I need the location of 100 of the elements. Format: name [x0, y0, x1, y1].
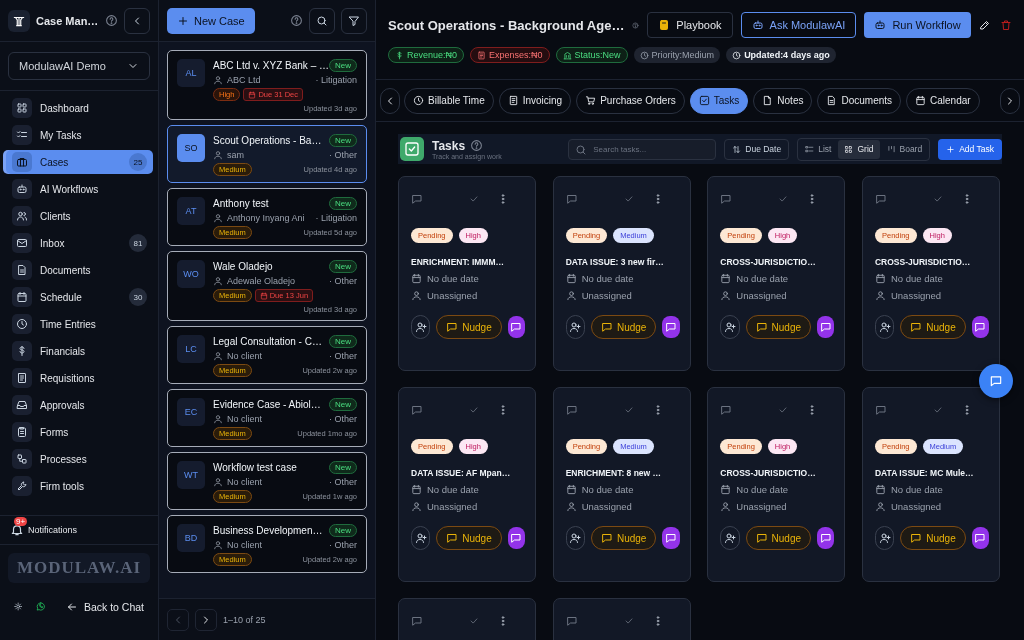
- check-icon[interactable]: [623, 405, 634, 415]
- check-icon[interactable]: [932, 405, 943, 415]
- nav-item[interactable]: AI Workflows: [6, 177, 153, 201]
- nav-item[interactable]: Clients: [6, 204, 153, 228]
- check-icon[interactable]: [778, 405, 789, 415]
- nav-item[interactable]: Forms: [6, 420, 153, 444]
- search-button[interactable]: [309, 7, 335, 34]
- chat-button[interactable]: [507, 316, 525, 338]
- nudge-button[interactable]: Nudge: [590, 315, 657, 339]
- notifications-label[interactable]: Notifications: [28, 525, 78, 535]
- nav-item[interactable]: Time Entries: [6, 312, 153, 336]
- client-name: sam: [227, 150, 245, 160]
- add-task-button[interactable]: Add Task: [938, 138, 1002, 160]
- nudge-button[interactable]: Nudge: [436, 526, 502, 550]
- chat-button[interactable]: [979, 364, 1013, 398]
- nav-item[interactable]: My Tasks: [6, 123, 153, 147]
- comment-icon[interactable]: [565, 615, 578, 627]
- chat-button[interactable]: [971, 316, 989, 338]
- nav-item[interactable]: Documents: [6, 258, 153, 282]
- chat-button[interactable]: [817, 527, 835, 549]
- clock-icon: [413, 95, 424, 106]
- calendar-icon: [411, 484, 422, 495]
- search-field[interactable]: Search tasks...: [568, 138, 717, 160]
- chat-button[interactable]: [971, 527, 989, 549]
- chat-button[interactable]: [507, 527, 525, 549]
- building-icon: [562, 50, 572, 60]
- nav-item[interactable]: Dashboard: [6, 96, 153, 120]
- next-page-button[interactable]: [195, 608, 217, 631]
- filter-button[interactable]: [341, 7, 367, 34]
- nav-item[interactable]: Processes: [6, 447, 153, 471]
- comment-icon: [910, 321, 923, 333]
- help-icon[interactable]: [290, 14, 303, 27]
- chat-icon: [510, 532, 523, 544]
- nav-item[interactable]: Cases 25: [6, 150, 153, 174]
- user-icon: [720, 501, 732, 512]
- nav-item[interactable]: Requisitions: [6, 366, 153, 390]
- nudge-button[interactable]: Nudge: [900, 315, 966, 339]
- workspace-dropdown[interactable]: ModulawAI Demo: [8, 52, 150, 80]
- action-button[interactable]: Run Workflow: [864, 12, 971, 38]
- comment-icon[interactable]: [565, 404, 578, 416]
- comment-icon[interactable]: [411, 193, 423, 205]
- view-option[interactable]: Grid: [838, 139, 880, 159]
- chat-button[interactable]: [817, 316, 835, 338]
- nudge-button[interactable]: Nudge: [745, 315, 812, 339]
- help-icon[interactable]: [470, 139, 484, 152]
- check-icon[interactable]: [932, 194, 943, 204]
- new-case-button[interactable]: New Case: [167, 7, 255, 34]
- assignee: Unassigned: [736, 290, 787, 301]
- check-icon[interactable]: [469, 194, 479, 204]
- document-icon: [826, 95, 838, 106]
- chat-button[interactable]: [662, 316, 680, 338]
- case-type: · Other: [329, 351, 357, 361]
- user-icon: [411, 501, 422, 512]
- user-plus-icon: [878, 321, 891, 333]
- user-plus-icon: [414, 321, 427, 333]
- comment-icon[interactable]: [720, 193, 733, 205]
- user-plus-icon: [878, 532, 891, 544]
- comment-icon[interactable]: [411, 404, 423, 416]
- nudge-button[interactable]: Nudge: [590, 526, 657, 550]
- nav-item[interactable]: Approvals: [6, 393, 153, 417]
- comment-icon[interactable]: [565, 193, 578, 205]
- sort-button[interactable]: Due Date: [724, 138, 790, 160]
- view-option[interactable]: Board: [880, 139, 929, 159]
- help-icon[interactable]: [105, 14, 118, 27]
- nav-item[interactable]: Schedule 30: [6, 285, 153, 309]
- calendar-icon: [874, 273, 886, 284]
- action-button[interactable]: Ask ModulawAI: [740, 12, 857, 38]
- back-to-chat-link[interactable]: Back to Chat: [65, 600, 144, 613]
- nudge-button[interactable]: Nudge: [436, 315, 502, 339]
- user-icon: [213, 150, 223, 160]
- case-avatar: AL: [177, 59, 205, 87]
- comment-icon: [600, 321, 613, 333]
- check-icon[interactable]: [469, 616, 479, 626]
- check-icon[interactable]: [623, 194, 634, 204]
- nav-item[interactable]: Firm tools: [6, 474, 153, 498]
- check-icon[interactable]: [623, 616, 634, 626]
- comment-icon[interactable]: [874, 404, 887, 416]
- check-icon[interactable]: [778, 194, 789, 204]
- check-icon[interactable]: [469, 405, 479, 415]
- nudge-button[interactable]: Nudge: [900, 526, 966, 550]
- nudge-button[interactable]: Nudge: [745, 526, 812, 550]
- info-chip: Status:New: [555, 47, 628, 63]
- search-icon: [316, 14, 328, 27]
- case-type: · Litigation: [315, 213, 357, 223]
- chat-button[interactable]: [662, 527, 680, 549]
- nav-item[interactable]: Financials: [6, 339, 153, 363]
- comment-icon[interactable]: [874, 193, 887, 205]
- action-button[interactable]: Playbook: [647, 12, 733, 38]
- comment-icon[interactable]: [720, 404, 733, 416]
- bell-icon[interactable]: [10, 523, 24, 537]
- case-title: Scout Operations - Ba…: [213, 135, 323, 146]
- client-name: No client: [227, 540, 263, 550]
- nav-item[interactable]: Inbox 81: [6, 231, 153, 255]
- comment-icon[interactable]: [411, 615, 423, 627]
- view-option[interactable]: List: [799, 139, 838, 159]
- tab[interactable]: Tasks: [689, 87, 749, 114]
- calendar-icon: [874, 484, 886, 495]
- sun-icon[interactable]: [14, 600, 23, 613]
- chat-bubble-phone-icon[interactable]: [36, 599, 46, 614]
- logo-icon: [8, 9, 30, 32]
